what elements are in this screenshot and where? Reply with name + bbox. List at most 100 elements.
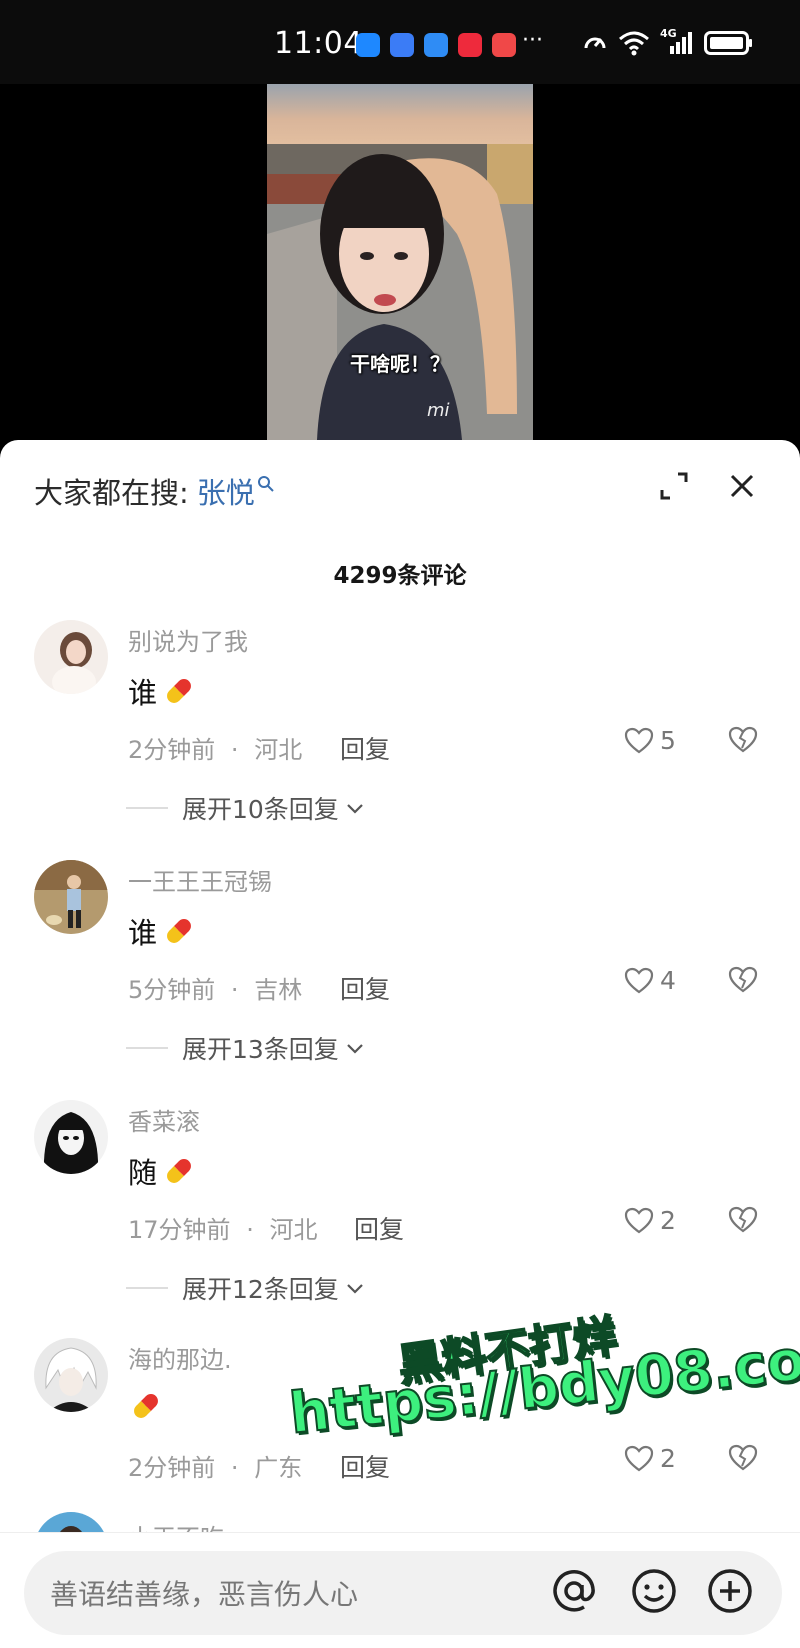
pill-emoji-icon xyxy=(134,1394,158,1418)
expand-replies[interactable]: 展开13条回复 xyxy=(126,1030,367,1066)
heart-icon xyxy=(624,967,654,993)
search-suggestion-term[interactable]: 张悦 xyxy=(197,470,255,512)
shirt-logo: mi xyxy=(427,400,450,421)
expand-replies-label: 展开13条回复 xyxy=(182,1035,339,1064)
comment-text-content: 谁 xyxy=(128,916,158,950)
heart-icon xyxy=(624,727,654,753)
xiaohongshu-app-icon xyxy=(458,33,482,57)
reply-button[interactable]: 回复 xyxy=(340,730,390,766)
radar-app-icon xyxy=(390,33,414,57)
system-status-icons: 4G xyxy=(582,27,754,56)
pill-emoji-icon xyxy=(167,1159,191,1183)
comment-text-content: 随 xyxy=(128,1156,158,1190)
network-type: 4G xyxy=(660,27,677,40)
reply-button[interactable]: 回复 xyxy=(354,1210,404,1246)
avatar[interactable] xyxy=(34,1100,108,1174)
avatar[interactable] xyxy=(34,1512,108,1534)
wifi-icon xyxy=(619,31,649,56)
video-frame: mi xyxy=(267,84,533,440)
like-button[interactable]: 5 xyxy=(624,726,676,755)
reply-button[interactable]: 回复 xyxy=(340,970,390,1006)
comment-item: 海的那边. 2分钟前 · 广东 回复 2 xyxy=(0,1338,800,1498)
search-icon xyxy=(257,476,274,492)
expand-replies[interactable]: 展开10条回复 xyxy=(126,790,367,826)
comment-meta: 5分钟前 · 吉林 xyxy=(128,970,302,1005)
comment-username[interactable]: 一王王王冠锡 xyxy=(128,862,272,897)
heart-icon xyxy=(624,1207,654,1233)
divider xyxy=(126,1287,168,1289)
avatar[interactable] xyxy=(34,620,108,694)
comment-meta: 2分钟前 · 河北 xyxy=(128,730,302,765)
notification-icons xyxy=(356,33,516,57)
comment-username[interactable]: 香菜滚 xyxy=(128,1102,200,1137)
comment-time: 5分钟前 xyxy=(128,976,216,1004)
comment-input-placeholder: 善语结善缘，恶言伤人心 xyxy=(50,1578,359,1611)
speed-icon xyxy=(584,37,606,49)
avatar[interactable] xyxy=(34,1338,108,1412)
comment-time: 2分钟前 xyxy=(128,736,216,764)
comment-time: 2分钟前 xyxy=(128,1454,216,1482)
meta-separator: · xyxy=(230,736,239,764)
screen: 11:04 · · · 4G mi 干啥呢！？ 大家都在搜: 张悦 4299条评论 … xyxy=(0,0,800,1648)
search-suggestion[interactable]: 大家都在搜: 张悦 xyxy=(34,470,275,512)
close-icon[interactable] xyxy=(724,468,760,504)
comment-text: 谁 xyxy=(128,670,197,712)
video-caption: 干啥呢！？ xyxy=(350,352,450,376)
status-bar: 11:04 ··· 4G xyxy=(0,0,800,84)
expand-icon[interactable] xyxy=(656,468,692,504)
meta-separator: · xyxy=(230,1454,239,1482)
like-count: 4 xyxy=(660,966,676,995)
search-suggestion-label: 大家都在搜: xyxy=(34,476,189,510)
meta-separator: · xyxy=(230,976,239,1004)
comment-text: 随 xyxy=(128,1150,197,1192)
reply-button[interactable]: 回复 xyxy=(340,1448,390,1484)
comments-sheet: 大家都在搜: 张悦 4299条评论 别说为了我 谁 2分钟前 · 河北 回复 5… xyxy=(0,440,800,1648)
status-time: 11:04 xyxy=(274,26,363,61)
comment-meta: 2分钟前 · 广东 xyxy=(128,1448,302,1483)
pill-emoji-icon xyxy=(167,919,191,943)
dislike-icon[interactable] xyxy=(728,966,758,994)
comment-text xyxy=(128,1388,164,1424)
like-button[interactable]: 4 xyxy=(624,966,676,995)
pill-emoji-icon xyxy=(167,679,191,703)
comment-text: 谁 xyxy=(128,910,197,952)
like-button[interactable]: 2 xyxy=(624,1206,676,1235)
expand-replies-label: 展开10条回复 xyxy=(182,795,339,824)
like-count: 5 xyxy=(660,726,676,755)
chevron-down-icon xyxy=(347,804,363,814)
mention-icon[interactable] xyxy=(548,1565,600,1617)
comment-location: 河北 xyxy=(269,1216,318,1244)
dislike-icon[interactable] xyxy=(728,726,758,754)
video-player[interactable]: mi 干啥呢！？ xyxy=(267,84,533,440)
comment-location: 广东 xyxy=(254,1454,303,1482)
comment-time: 17分钟前 xyxy=(128,1216,231,1244)
comment-item: 一王王王冠锡 谁 5分钟前 · 吉林 回复 4 展开13条回复 xyxy=(0,860,800,1080)
emoji-icon[interactable] xyxy=(628,1565,680,1617)
comment-text-content: 谁 xyxy=(128,676,158,710)
comment-username[interactable]: 别说为了我 xyxy=(128,622,248,657)
chevron-down-icon xyxy=(347,1044,363,1054)
signal-icon: 4G xyxy=(660,27,694,56)
browser-app-icon xyxy=(424,33,448,57)
like-count: 2 xyxy=(660,1206,676,1235)
message-app-icon xyxy=(356,33,380,57)
divider xyxy=(126,1047,168,1049)
add-icon[interactable] xyxy=(704,1565,756,1617)
comment-item: 小王不吃 xyxy=(0,1512,800,1534)
chevron-down-icon xyxy=(347,1284,363,1294)
expand-replies[interactable]: 展开12条回复 xyxy=(126,1270,367,1306)
comment-meta: 17分钟前 · 河北 xyxy=(128,1210,317,1245)
comment-input-bar: 善语结善缘，恶言伤人心 xyxy=(0,1532,800,1648)
like-button[interactable]: 2 xyxy=(624,1444,676,1473)
dislike-icon[interactable] xyxy=(728,1444,758,1472)
divider xyxy=(126,807,168,809)
avatar[interactable] xyxy=(34,860,108,934)
comment-location: 河北 xyxy=(254,736,303,764)
like-count: 2 xyxy=(660,1444,676,1473)
shop-app-icon xyxy=(492,33,516,57)
comment-location: 吉林 xyxy=(254,976,303,1004)
dislike-icon[interactable] xyxy=(728,1206,758,1234)
comment-input[interactable]: 善语结善缘，恶言伤人心 xyxy=(24,1551,782,1635)
battery-icon xyxy=(704,31,752,55)
comment-username[interactable]: 海的那边. xyxy=(128,1340,232,1375)
